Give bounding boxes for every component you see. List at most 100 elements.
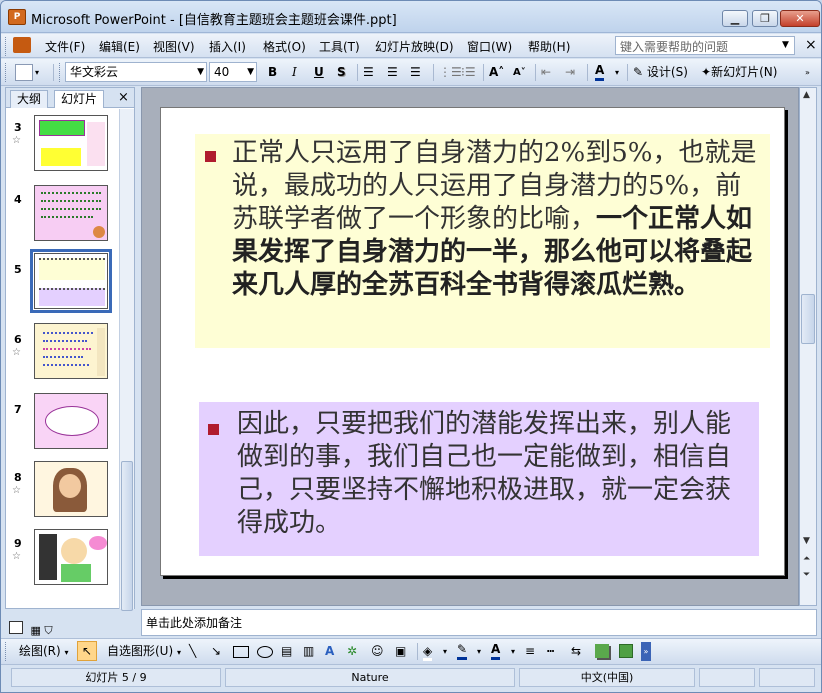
font-name-select[interactable]: 华文彩云 ▼ xyxy=(65,62,207,82)
clip-art-icon[interactable]: ☺ xyxy=(371,642,384,661)
slide-thumbnail-7[interactable] xyxy=(34,393,108,449)
notes-pane[interactable]: 单击此处添加备注 xyxy=(141,609,817,636)
text-box-2[interactable]: 因此，只要把我们的潜能发挥出来，别人能做到的事，我们自己也一定能做到，相信自己，… xyxy=(199,402,759,556)
shadow-style-icon[interactable] xyxy=(595,644,609,658)
rectangle-icon[interactable] xyxy=(233,646,249,658)
dash-style-icon[interactable]: ┅ xyxy=(547,642,554,661)
chevron-down-icon[interactable]: ▾ xyxy=(615,63,619,82)
menu-edit[interactable]: 编辑(E) xyxy=(99,38,140,55)
slide-thumbnail-3[interactable] xyxy=(34,115,108,171)
slide-thumbnail-9[interactable] xyxy=(34,529,108,585)
menu-view[interactable]: 视图(V) xyxy=(153,38,195,55)
toolbar-overflow-icon[interactable]: » xyxy=(641,642,651,661)
numbering-icon[interactable]: ⋮☰ xyxy=(439,63,462,82)
new-slide-button[interactable]: ✦新幻灯片(N) xyxy=(701,63,777,82)
wordart-icon[interactable]: A xyxy=(325,642,334,661)
thumbnail-scrollbar-thumb[interactable] xyxy=(121,461,133,611)
close-pane-icon[interactable]: × xyxy=(118,90,129,105)
insert-picture-icon[interactable]: ▣ xyxy=(395,642,406,661)
design-button[interactable]: ✎ 设计(S) xyxy=(633,63,688,82)
previous-slide-icon[interactable]: ⏶ xyxy=(803,554,810,564)
menu-window[interactable]: 窗口(W) xyxy=(467,38,512,55)
underline-button[interactable]: U xyxy=(314,63,324,82)
line-color-icon[interactable]: ✎ xyxy=(457,642,468,660)
chevron-down-icon[interactable]: ▼ xyxy=(782,40,789,50)
slide-thumbnail-8[interactable] xyxy=(34,461,108,517)
animation-star-icon: ☆ xyxy=(12,551,21,562)
restore-button[interactable]: ❐ xyxy=(752,10,778,27)
increase-font-size-icon[interactable]: A˄ xyxy=(489,63,504,82)
bullets-icon[interactable]: ⁝☰ xyxy=(461,63,476,82)
font-color-icon[interactable]: A xyxy=(595,63,605,81)
decrease-font-size-icon[interactable]: A˅ xyxy=(513,63,526,82)
status-language: 中文(中国) xyxy=(519,668,695,687)
slide-thumbnail-4[interactable] xyxy=(34,185,108,241)
toolbar-grip[interactable] xyxy=(5,63,8,82)
font-size-value: 40 xyxy=(214,65,230,79)
slide-vertical-scrollbar[interactable]: ▲ ▼ ⏶ ⏷ xyxy=(799,87,817,606)
vertical-text-box-icon[interactable]: ▥ xyxy=(303,642,314,661)
thumbnail-scrollbar[interactable] xyxy=(119,109,134,611)
menubar-grip[interactable] xyxy=(5,37,8,56)
slideshow-view-icon[interactable]: ⛉ xyxy=(44,624,52,637)
slide-thumbnail-5[interactable] xyxy=(30,249,112,313)
powerpoint-app-icon[interactable]: P xyxy=(8,9,26,25)
autoshapes-menu-button[interactable]: 自选图形(U) ▾ xyxy=(107,642,181,661)
help-search-input[interactable]: 键入需要帮助的问题 xyxy=(615,36,795,55)
menu-file[interactable]: 文件(F) xyxy=(45,38,85,55)
fill-color-icon[interactable]: ◈ xyxy=(423,642,433,661)
slide-number: 8 xyxy=(14,471,22,484)
new-slide-label: 新幻灯片(N) xyxy=(711,65,778,79)
menu-help[interactable]: 帮助(H) xyxy=(528,38,570,55)
line-icon[interactable]: ╲ xyxy=(189,642,196,661)
normal-view-icon[interactable] xyxy=(9,621,23,634)
bold-button[interactable]: B xyxy=(268,63,277,82)
chevron-down-icon: ▾ xyxy=(176,648,181,657)
menu-insert[interactable]: 插入(I) xyxy=(209,38,246,55)
document-icon[interactable] xyxy=(13,37,31,53)
drawbar-grip[interactable] xyxy=(5,642,8,661)
text-box-icon[interactable]: ▤ xyxy=(281,642,292,661)
toolbar-overflow-icon[interactable]: » xyxy=(805,63,810,82)
font-color-draw-icon[interactable]: A xyxy=(491,642,501,660)
toolbar-grip-2[interactable] xyxy=(59,63,62,82)
select-objects-icon[interactable]: ↖ xyxy=(77,641,97,661)
text-box-1[interactable]: 正常人只运用了自身潜力的2%到5%，也就是说，最成功的人只运用了自身潜力的5%，… xyxy=(195,134,770,348)
window-title: Microsoft PowerPoint - [自信教育主题班会主题班会课件.p… xyxy=(31,13,397,28)
menu-slideshow[interactable]: 幻灯片放映(D) xyxy=(375,38,454,55)
tab-slides[interactable]: 幻灯片 xyxy=(54,90,105,108)
italic-button[interactable]: I xyxy=(292,63,297,82)
chevron-down-icon[interactable]: ▾ xyxy=(511,642,515,661)
slide-canvas[interactable]: 正常人只运用了自身潜力的2%到5%，也就是说，最成功的人只运用了自身潜力的5%，… xyxy=(160,107,785,576)
arrow-icon[interactable]: ↘ xyxy=(211,642,221,661)
tab-outline[interactable]: 大纲 xyxy=(10,90,49,108)
minimize-button[interactable]: ▁ xyxy=(722,10,748,27)
new-document-icon[interactable] xyxy=(15,64,33,81)
font-size-select[interactable]: 40 ▼ xyxy=(209,62,257,82)
slide-scrollbar-thumb[interactable] xyxy=(801,294,815,344)
close-document-icon[interactable]: × xyxy=(805,37,817,53)
align-center-icon[interactable]: ☰ xyxy=(387,63,398,82)
chevron-down-icon[interactable]: ▾ xyxy=(443,642,447,661)
align-left-icon[interactable]: ☰ xyxy=(363,63,374,82)
next-slide-icon[interactable]: ⏷ xyxy=(803,570,810,580)
slide-thumbnail-6[interactable] xyxy=(34,323,108,379)
arrow-style-icon[interactable]: ⇆ xyxy=(571,642,581,661)
decrease-indent-icon[interactable]: ⇤ xyxy=(541,63,551,82)
increase-indent-icon[interactable]: ⇥ xyxy=(565,63,575,82)
chevron-down-icon[interactable]: ▾ xyxy=(477,642,481,661)
oval-icon[interactable] xyxy=(257,646,273,658)
shadow-button[interactable]: S xyxy=(337,63,346,82)
menu-tools[interactable]: 工具(T) xyxy=(319,38,360,55)
diagram-icon[interactable]: ✲ xyxy=(347,642,357,661)
scroll-up-icon[interactable]: ▲ xyxy=(803,90,810,100)
slide-sorter-view-icon[interactable]: ▦ xyxy=(31,624,41,637)
draw-menu-button[interactable]: 绘图(R) ▾ xyxy=(19,642,69,661)
menu-format[interactable]: 格式(O) xyxy=(263,38,306,55)
close-window-button[interactable]: ✕ xyxy=(780,10,820,27)
scroll-down-icon[interactable]: ▼ xyxy=(803,536,810,546)
line-style-icon[interactable]: ≡ xyxy=(525,642,535,661)
3d-style-icon[interactable] xyxy=(619,644,633,658)
toolbar-options-arrow-icon[interactable]: ▾ xyxy=(35,63,39,82)
align-right-icon[interactable]: ☰ xyxy=(410,63,421,82)
